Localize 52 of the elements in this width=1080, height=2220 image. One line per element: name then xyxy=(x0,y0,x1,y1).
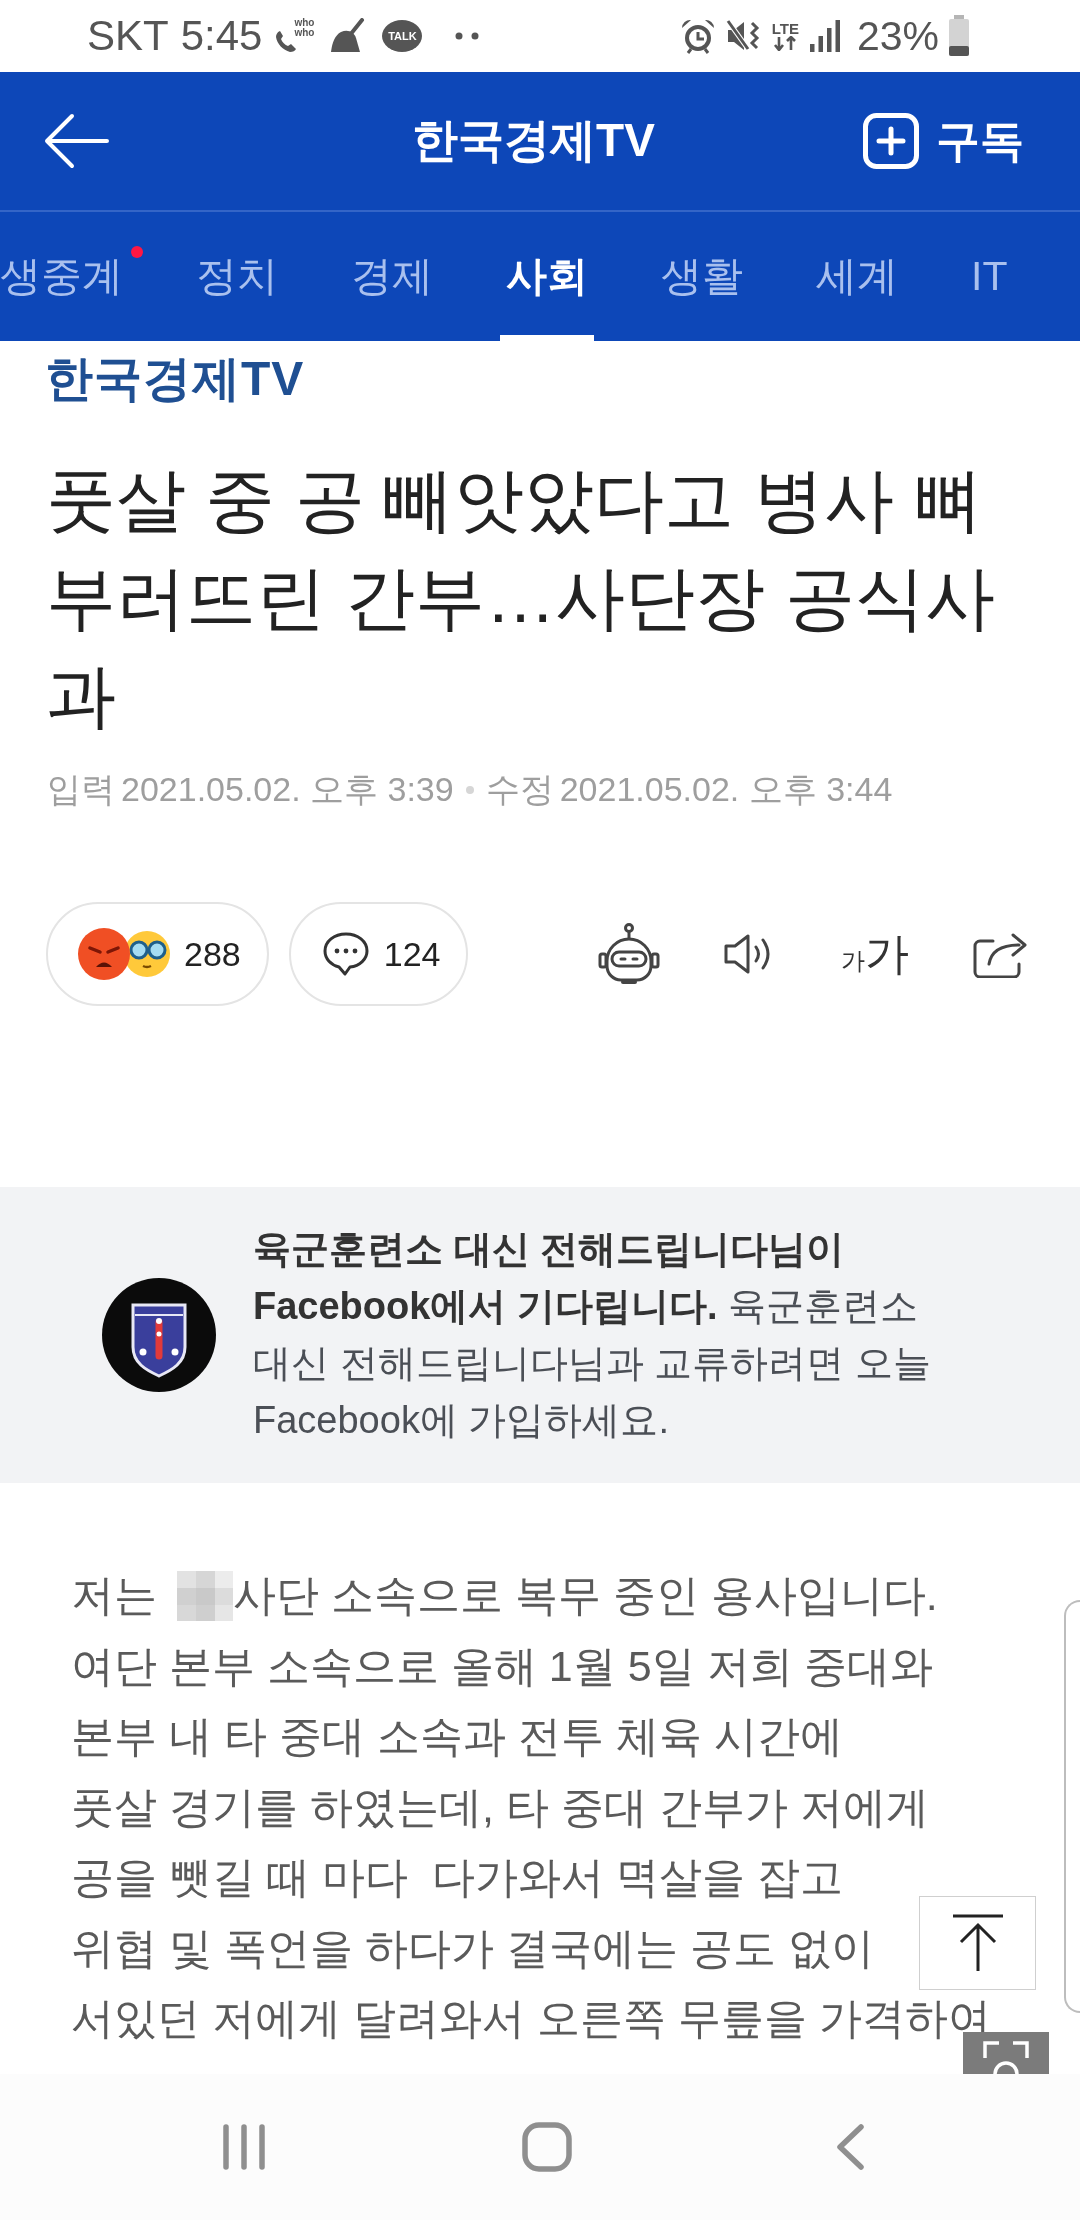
post-text: 서있던 저에게 달려와서 오른쪽 무릎을 가격하여 xyxy=(71,1993,991,2045)
battery-percentage: 23% xyxy=(856,15,939,57)
category-tab[interactable]: 정치 xyxy=(190,212,284,341)
category-tab[interactable]: 세계 xyxy=(810,212,904,341)
category-tab[interactable]: 생활 xyxy=(655,212,749,341)
post-text: 여단 본부 소속으로 올해 1월 5일 저희 중대와 xyxy=(71,1640,934,1692)
carrier-name: SKT xyxy=(87,15,169,57)
timestamp-value: 2021.05.02. 오후 3:44 xyxy=(559,769,893,810)
post-text: 사단 소속으로 복무 중인 용사입니다. xyxy=(233,1570,938,1622)
clock-time: 5:45 xyxy=(180,15,263,57)
app-title: 한국경제TV xyxy=(412,113,655,168)
more-notifications-icon xyxy=(455,32,480,40)
text-size-button[interactable]: 가가 xyxy=(841,924,909,984)
back-arrow-icon[interactable] xyxy=(43,112,109,170)
home-icon[interactable] xyxy=(521,2122,572,2172)
caller-app-label: who who xyxy=(294,18,315,38)
category-tab[interactable]: 경제 xyxy=(345,212,439,341)
signal-strength-icon xyxy=(809,20,840,52)
comment-button[interactable]: 124 xyxy=(288,902,469,1006)
recent-apps-icon[interactable] xyxy=(220,2123,267,2171)
speech-bubble-icon xyxy=(321,931,370,977)
article-headline: 풋살 중 공 빼앗았다고 병사 뼈 부러뜨린 간부…사단장 공식사과 xyxy=(45,460,996,737)
network-type-label: LTE xyxy=(771,21,799,36)
back-icon[interactable] xyxy=(834,2123,865,2171)
timestamp-label: 수정 xyxy=(485,769,554,810)
post-text: 공을 뺏길 때 마다 다가와서 멱살을 잡고 xyxy=(71,1852,843,1904)
glasses-face-icon xyxy=(124,931,170,977)
timestamp-label: 입력 xyxy=(47,769,115,810)
robot-icon[interactable] xyxy=(598,923,660,985)
battery-icon xyxy=(948,15,970,57)
chat-app-badge: TALK xyxy=(382,20,423,52)
plus-square-icon xyxy=(863,113,919,169)
alarm-clock-icon xyxy=(679,18,716,54)
edge-panel-handle[interactable] xyxy=(1064,1600,1080,2013)
pixelated-block-icon xyxy=(177,1571,233,1622)
angry-face-icon xyxy=(78,928,130,980)
separator-dot-icon xyxy=(465,786,474,794)
source-logo: 한국경제TV xyxy=(45,355,305,403)
post-text: 저는 xyxy=(71,1570,157,1622)
timestamp-value: 2021.05.02. 오후 3:39 xyxy=(121,769,454,810)
category-tab[interactable]: 생중계 xyxy=(0,212,129,341)
subscribe-button[interactable]: 구독 xyxy=(863,111,1024,171)
post-text: 위협 및 폭언을 하다가 결국에는 공도 없이 xyxy=(71,1922,874,1974)
scroll-to-top-button[interactable] xyxy=(919,1896,1036,1990)
category-tab[interactable]: IT xyxy=(965,212,1014,341)
shield-emblem-icon xyxy=(102,1278,216,1392)
facebook-join-message: 육군훈련소 대신 전해드립니다님이 Facebook에서 기다립니다. 육군훈련소 대신 전해드립니다님과 교류하려면 오늘 Facebook에 가입하세요. xyxy=(253,1227,932,1443)
post-text: 본부 내 타 중대 소속과 전투 체육 시간에 xyxy=(71,1711,843,1763)
reaction-button[interactable]: 288 xyxy=(46,902,269,1006)
category-tab[interactable]: 사회 xyxy=(500,212,594,341)
post-text: 풋살 경기를 하였는데, 타 중대 간부가 저에게 xyxy=(71,1781,929,1833)
broom-icon xyxy=(328,18,367,54)
